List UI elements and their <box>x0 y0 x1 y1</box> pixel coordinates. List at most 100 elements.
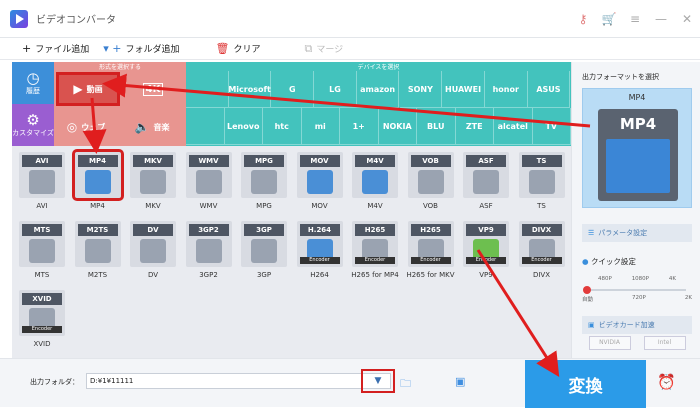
brand-cell[interactable]: SONY <box>399 71 443 108</box>
format-item[interactable]: TS TS <box>517 152 567 210</box>
brand-cell[interactable]: amazon <box>356 71 400 108</box>
format-tile: TS <box>518 152 565 198</box>
format-tag: MP4 <box>77 155 118 167</box>
merge-button[interactable]: ⧉ マージ <box>304 42 343 56</box>
customize-button[interactable]: ⚙ カスタマイズ <box>12 104 54 146</box>
merge-icon: ⧉ <box>304 41 313 55</box>
format-label: VP9 <box>479 271 493 279</box>
format-icon <box>84 170 111 194</box>
add-file-label: ファイル追加 <box>35 45 90 55</box>
format-item[interactable]: 3GP 3GP <box>239 221 289 279</box>
menu-icon[interactable]: ≡ <box>622 12 648 26</box>
format-item[interactable]: M2TS M2TS <box>73 221 123 279</box>
format-icon <box>84 239 111 263</box>
title-bar: ビデオコンバータ ⚷ 🛒 ≡ — ✕ <box>0 0 700 38</box>
parameter-settings-button[interactable]: ☰ パラメータ設定 <box>582 224 692 242</box>
quality-labels-bottom: 自動 720P 2K <box>582 295 692 303</box>
format-label: AVI <box>36 202 48 210</box>
folder-icon[interactable]: 🗀 <box>400 375 411 394</box>
format-item[interactable]: MKV MKV <box>128 152 178 210</box>
add-folder-button[interactable]: ▾ + フォルダ追加 <box>103 42 179 55</box>
music-category-button[interactable]: 🔈 音楽 <box>120 110 184 144</box>
brand-cell[interactable]: TV <box>532 108 571 145</box>
brand-cell[interactable]: ZTE <box>455 108 494 145</box>
format-item[interactable]: MTS MTS <box>17 221 67 279</box>
cart-icon[interactable]: 🛒 <box>596 12 622 26</box>
output-folder-input[interactable]: D:¥1¥11111 <box>86 373 391 389</box>
clear-button[interactable]: 🗑 クリア <box>216 42 261 55</box>
brand-cell[interactable]: alcatel <box>494 108 533 145</box>
format-item[interactable]: 3GP2 3GP2 <box>184 221 234 279</box>
minimize-icon[interactable]: — <box>648 12 674 26</box>
format-tag: ASF <box>466 155 506 167</box>
brand-cell[interactable]: HUAWEI <box>442 71 485 108</box>
format-tag: DIVX <box>521 224 562 236</box>
parameter-settings-label: パラメータ設定 <box>598 229 648 237</box>
web-category-label: ウェブ <box>81 122 106 132</box>
brand-cell[interactable] <box>186 71 229 108</box>
format-item[interactable]: AVI AVI <box>17 152 67 210</box>
quality-labels-top: 480P 1080P 4K <box>582 276 692 282</box>
format-item[interactable]: M4V M4V <box>350 152 400 210</box>
quality-slider-knob[interactable] <box>583 286 591 294</box>
format-item[interactable]: H265 Encoder H265 for MKV <box>406 221 456 279</box>
web-category-button[interactable]: ◎ ウェブ <box>54 110 118 144</box>
convert-button[interactable]: 変換 <box>525 360 646 408</box>
open-folder-icon[interactable]: ▣ <box>455 375 465 388</box>
format-tag: M4V <box>355 155 395 167</box>
mp4-format-icon: MP4 <box>598 109 678 201</box>
format-tag: VOB <box>410 155 451 167</box>
format-item[interactable]: DIVX Encoder DIVX <box>517 221 567 279</box>
brand-cell[interactable]: ASUS <box>527 71 571 108</box>
format-icon <box>140 170 166 194</box>
trash-icon: 🗑 <box>215 42 230 55</box>
intel-option[interactable]: Intel <box>643 336 686 350</box>
format-icon <box>29 170 55 194</box>
quick-settings-label: クイック設定 <box>590 257 636 266</box>
alarm-clock-icon[interactable]: ⏰ <box>657 373 676 391</box>
brand-cell[interactable]: mi <box>301 108 340 145</box>
format-item[interactable]: MOV MOV <box>295 152 345 210</box>
brand-cell[interactable]: Lenovo <box>224 108 263 145</box>
4k-category-button[interactable]: 4K <box>122 72 184 106</box>
nvidia-option[interactable]: NVIDIA <box>588 336 631 350</box>
history-button[interactable]: ◷ 履歴 <box>12 62 54 104</box>
format-icon <box>195 170 222 194</box>
format-tile: MKV <box>130 152 176 198</box>
brand-cell[interactable]: G <box>271 71 315 108</box>
brand-cell[interactable]: honor <box>484 71 528 108</box>
chevron-down-icon: ▼ <box>374 376 382 386</box>
format-item[interactable]: ASF ASF <box>461 152 511 210</box>
format-item[interactable]: H.264 Encoder H264 <box>295 221 345 279</box>
brand-cell[interactable]: NOKIA <box>378 108 417 145</box>
format-item[interactable]: DV DV <box>128 221 178 279</box>
brand-cell[interactable]: BLU <box>417 108 456 145</box>
format-item[interactable]: WMV WMV <box>184 152 234 210</box>
gpu-accel-button[interactable]: ▣ ビデオカード加速 <box>582 316 692 334</box>
brand-cell[interactable]: htc <box>263 108 302 145</box>
format-tile: XVID Encoder <box>19 290 65 336</box>
quality-slider[interactable] <box>583 286 686 294</box>
video-category-button[interactable]: ▶ 動画 <box>56 72 120 106</box>
format-item[interactable]: MPG MPG <box>239 152 289 210</box>
format-item[interactable]: VOB VOB <box>406 152 456 210</box>
selected-format-card[interactable]: MP4 MP4 <box>582 88 692 208</box>
key-icon[interactable]: ⚷ <box>570 12 596 26</box>
brand-cell[interactable] <box>186 108 225 145</box>
format-tile: H.264 Encoder <box>296 221 343 267</box>
format-item[interactable]: MP4 MP4 <box>71 149 124 210</box>
format-label: H265 for MP4 <box>351 271 399 279</box>
format-tile: DV <box>130 221 176 267</box>
format-item[interactable]: H265 Encoder H265 for MP4 <box>350 221 400 279</box>
brand-cell[interactable]: LG <box>314 71 357 108</box>
close-icon[interactable]: ✕ <box>674 12 700 26</box>
format-item[interactable]: VP9 Encoder VP9 <box>461 221 511 279</box>
format-label: DIVX <box>532 271 551 279</box>
format-item[interactable]: XVID Encoder XVID <box>17 290 67 348</box>
brand-cell[interactable]: Microsoft <box>228 71 272 108</box>
add-file-button[interactable]: + ファイル追加 <box>22 42 89 55</box>
brand-cell[interactable]: 1+ <box>340 108 379 145</box>
output-folder-dropdown[interactable]: ▼ <box>361 369 395 393</box>
format-tag: M2TS <box>77 224 118 236</box>
format-tag: 3GP2 <box>188 224 229 236</box>
